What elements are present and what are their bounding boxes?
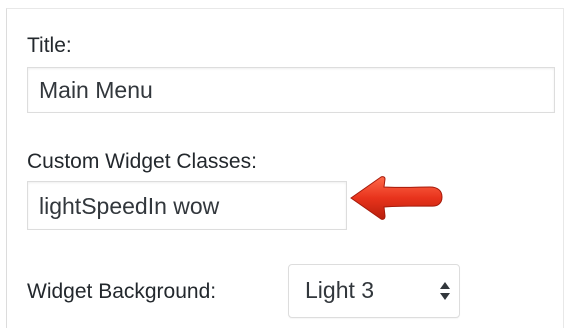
red-arrow-icon <box>350 176 443 220</box>
widget-background-select[interactable]: Light 3 <box>288 264 460 318</box>
custom-widget-classes-label: Custom Widget Classes: <box>27 150 257 173</box>
widget-settings-panel: Title: Main Menu Custom Widget Classes: … <box>6 8 564 328</box>
title-label: Title: <box>27 34 72 57</box>
widget-background-selected-value: Light 3 <box>305 277 375 303</box>
title-input[interactable]: Main Menu <box>27 67 555 113</box>
widget-background-label: Widget Background: <box>27 280 217 303</box>
up-down-chevron-icon <box>440 282 450 300</box>
